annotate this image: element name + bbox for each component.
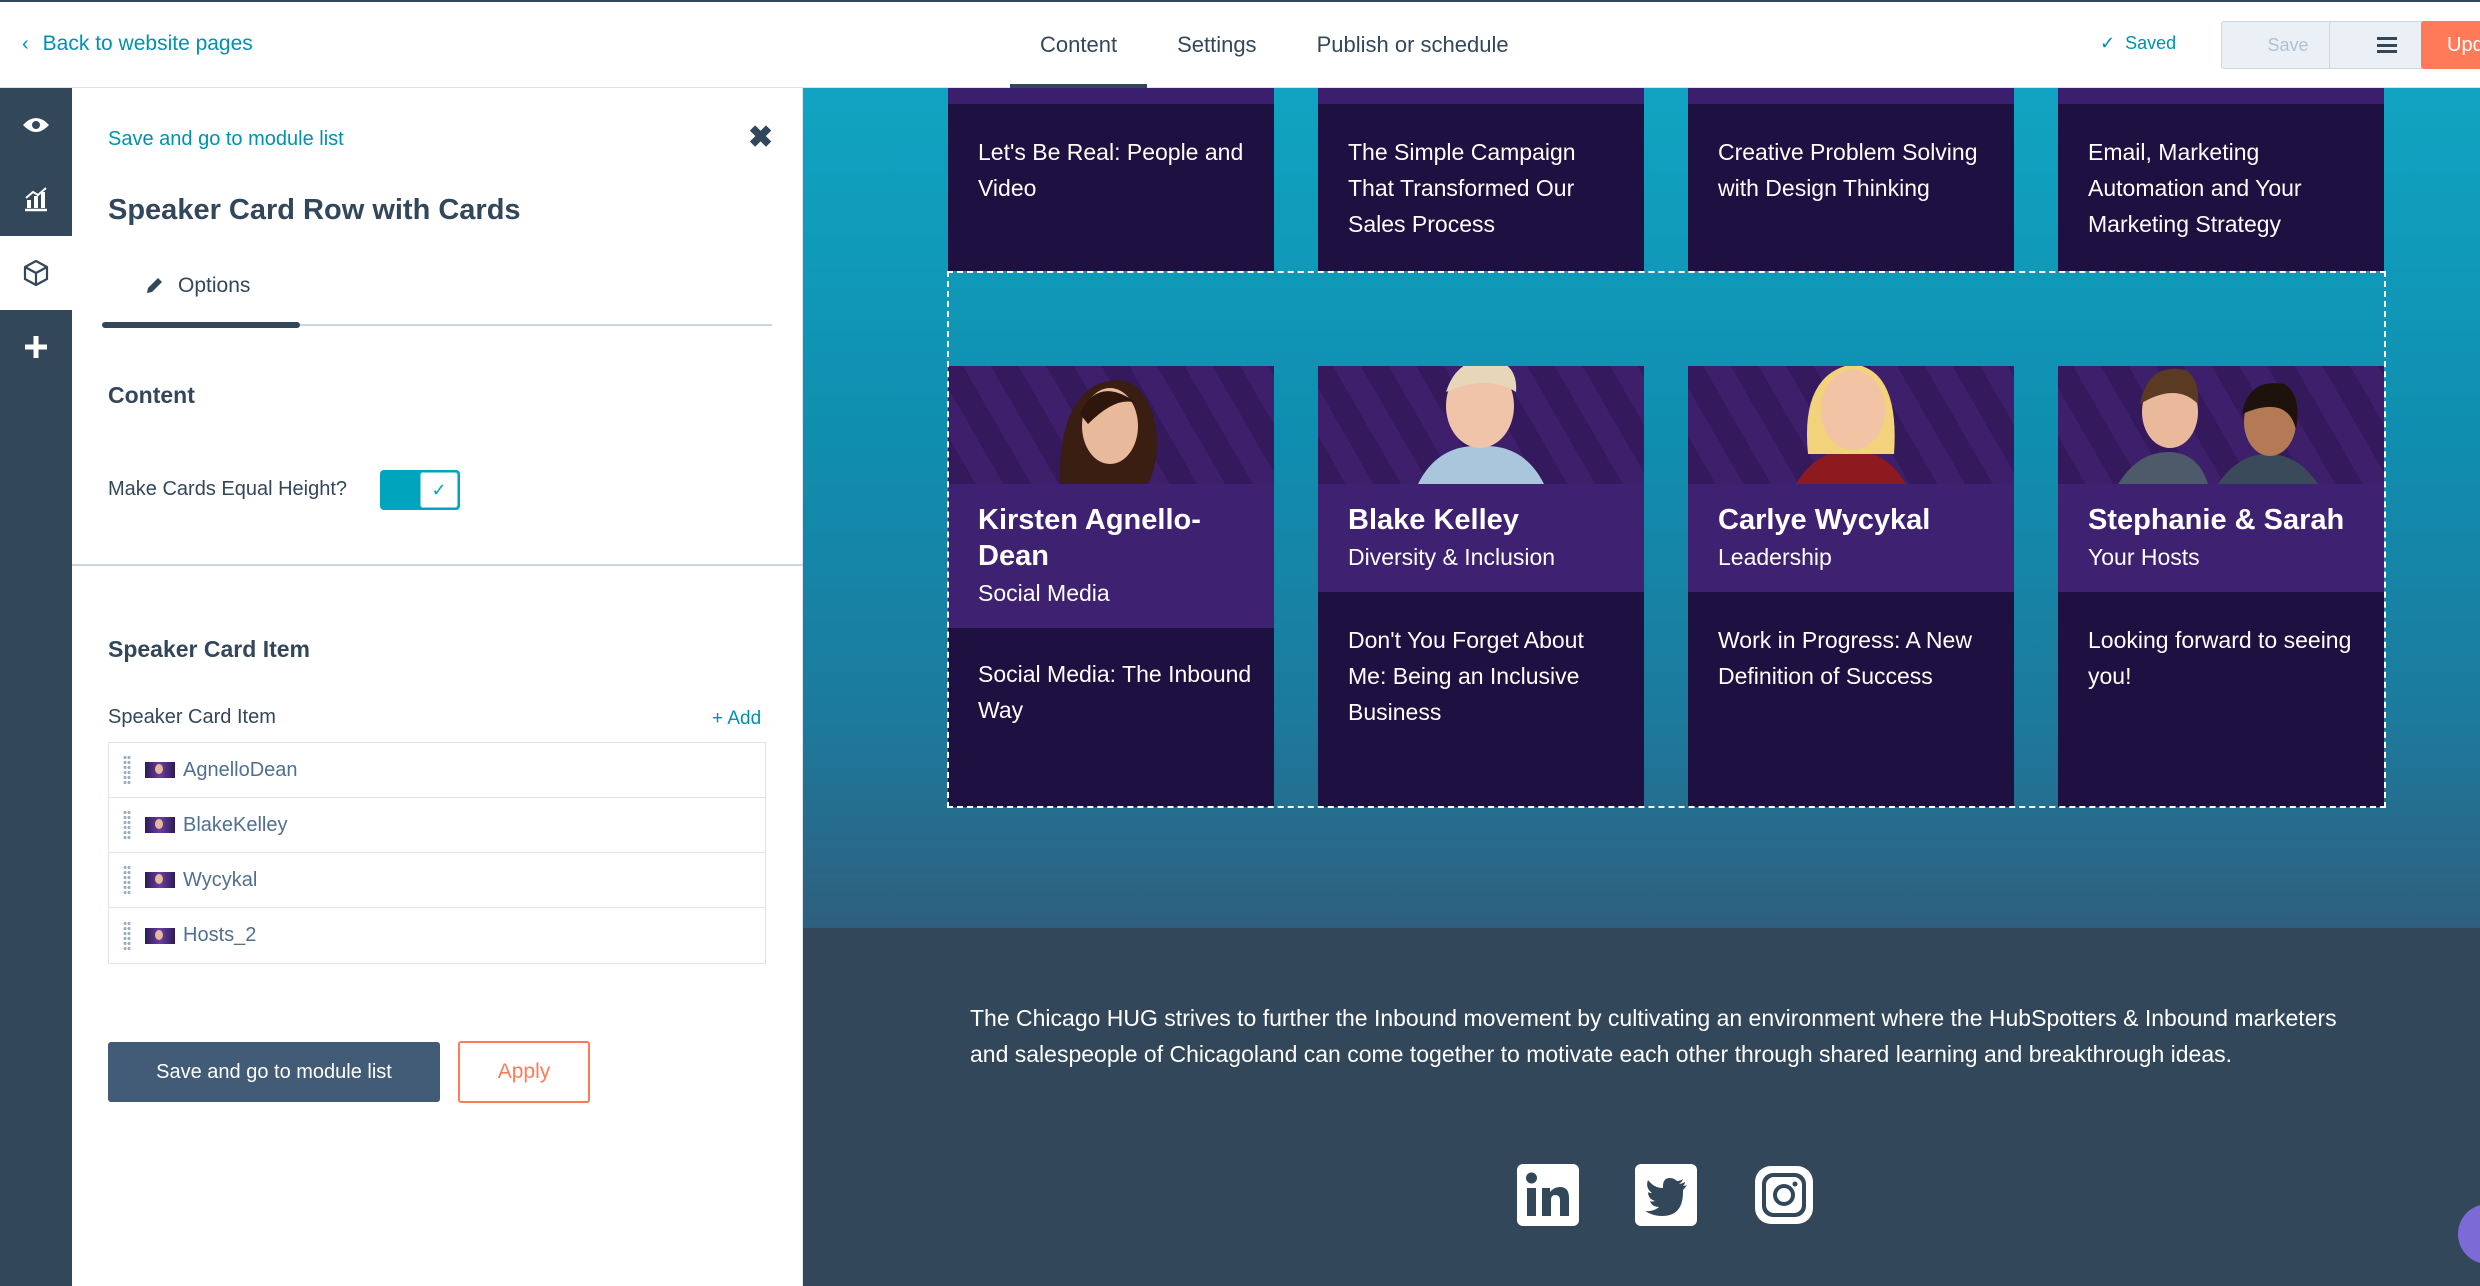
hamburger-icon [2377,37,2397,53]
list-item[interactable]: AgnelloDean [109,743,765,798]
session-card[interactable]: Email, Marketing Automation and Your Mar… [2058,88,2384,271]
equal-height-toggle[interactable]: ✓ [380,470,460,510]
apply-button[interactable]: Apply [458,1041,590,1103]
save-and-go-to-module-list-button[interactable]: Save and go to module list [108,1042,440,1102]
drag-handle-icon[interactable] [123,865,131,895]
module-editor-sidebar: Save and go to module list ✖ Speaker Car… [72,88,803,1286]
chart-icon [25,187,47,212]
list-item[interactable]: Wycykal [109,853,765,908]
saved-label: Saved [2125,33,2177,53]
card-header-strip [1688,88,2014,104]
session-title: Email, Marketing Automation and Your Mar… [2088,139,2302,237]
footer-description: The Chicago HUG strives to further the I… [970,1005,2337,1067]
add-item-link[interactable]: + Add [712,708,761,730]
tab-options-label: Options [178,274,251,297]
preview-rail-button[interactable] [0,88,72,162]
card-header-strip [2058,88,2384,104]
footer-section [803,928,2480,1286]
list-item-label: Wycykal [183,868,258,891]
left-rail [0,88,72,1286]
module-title: Speaker Card Row with Cards [108,194,521,226]
back-link-label: Back to website pages [42,32,253,55]
session-card[interactable]: The Simple Campaign That Transformed Our… [1318,88,1644,271]
close-icon[interactable]: ✖ [748,120,773,155]
instagram-icon[interactable] [1751,1162,1817,1228]
analytics-rail-button[interactable] [0,162,72,236]
check-icon: ✓ [420,472,458,508]
back-to-website-pages-link[interactable]: ‹ Back to website pages [22,32,253,56]
top-bar: ‹ Back to website pages Content Settings… [0,0,2480,88]
session-card[interactable]: Creative Problem Solving with Design Thi… [1688,88,2014,271]
twitter-icon[interactable] [1633,1162,1699,1228]
list-item-label: BlakeKelley [183,813,288,836]
module-selection-outline[interactable] [947,271,2386,808]
plus-icon [25,336,47,358]
session-card[interactable]: Let's Be Real: People and Video [948,88,1274,271]
session-title: Creative Problem Solving with Design Thi… [1718,139,1978,201]
session-title: The Simple Campaign That Transformed Our… [1348,139,1576,237]
tab-settings[interactable]: Settings [1147,2,1287,88]
list-item-label: AgnelloDean [183,758,298,781]
drag-handle-icon[interactable] [123,755,131,785]
chevron-left-icon: ‹ [22,32,29,55]
editor-tabs: Content Settings Publish or schedule [1010,2,1539,88]
thumbnail-image [145,872,175,888]
page-preview: Let's Be Real: People and Video The Simp… [803,88,2480,1286]
cube-icon [23,259,49,287]
add-rail-button[interactable] [0,310,72,384]
save-and-go-to-module-list-link[interactable]: Save and go to module list [108,128,344,151]
eye-icon [23,118,49,132]
list-item-label: Hosts_2 [183,924,257,946]
tab-underline [102,322,772,328]
thumbnail-image [145,817,175,833]
speaker-card-item-heading: Speaker Card Item [108,636,310,662]
equal-height-label: Make Cards Equal Height? [108,478,348,500]
modules-rail-button[interactable] [0,236,72,310]
content-heading: Content [108,382,195,408]
card-header-strip [1318,88,1644,104]
tab-content[interactable]: Content [1010,2,1148,88]
drag-handle-icon[interactable] [123,810,131,840]
linkedin-icon[interactable] [1515,1162,1581,1228]
thumbnail-image [145,927,175,944]
card-header-strip [948,88,1274,104]
drag-handle-icon[interactable] [123,920,131,951]
pencil-icon [147,278,162,293]
tab-publish-or-schedule[interactable]: Publish or schedule [1287,2,1539,88]
session-title: Let's Be Real: People and Video [978,139,1244,201]
tab-options[interactable]: Options [144,274,250,298]
saved-status: ✓ Saved [2100,33,2176,54]
section-divider [72,564,803,566]
list-item[interactable]: Hosts_2 [109,908,765,963]
thumbnail-image [145,762,175,778]
speaker-card-item-label: Speaker Card Item [108,706,276,728]
speaker-item-list: AgnelloDean BlakeKelley Wycykal Hosts_2 [108,742,766,964]
check-icon: ✓ [2100,33,2116,53]
update-button[interactable]: Upd [2421,21,2480,69]
list-item[interactable]: BlakeKelley [109,798,765,853]
